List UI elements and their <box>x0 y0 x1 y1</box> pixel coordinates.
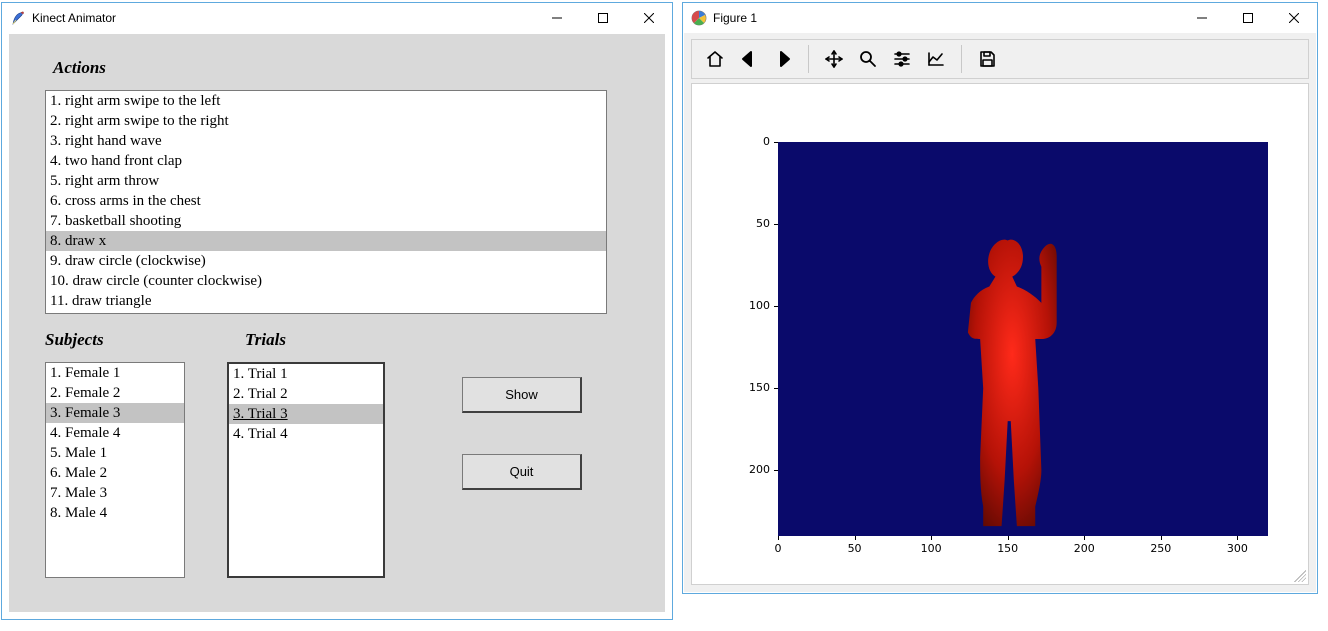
kinect-animator-window: Kinect Animator Actions 1. right arm swi… <box>1 2 673 620</box>
figure-window-title: Figure 1 <box>713 11 757 25</box>
x-tick-label: 150 <box>996 542 1020 555</box>
list-item[interactable]: 7. Male 3 <box>46 483 184 503</box>
y-tick-label: 200 <box>740 463 770 476</box>
x-tick-label: 100 <box>919 542 943 555</box>
y-tick-label: 50 <box>740 217 770 230</box>
x-tick-label: 300 <box>1225 542 1249 555</box>
pan-icon[interactable] <box>817 42 851 76</box>
list-item[interactable]: 1. Female 1 <box>46 363 184 383</box>
back-icon[interactable] <box>732 42 766 76</box>
list-item[interactable]: 10. draw circle (counter clockwise) <box>46 271 606 291</box>
resize-grip[interactable] <box>1294 570 1306 582</box>
plot-area: 0 50 100 150 200 250 300 0 50 100 150 200 <box>691 83 1309 585</box>
matplotlib-icon <box>691 10 707 26</box>
close-button[interactable] <box>626 3 672 33</box>
list-item[interactable]: 9. draw circle (clockwise) <box>46 251 606 271</box>
quit-button[interactable]: Quit <box>462 454 582 490</box>
depth-silhouette <box>778 142 1268 536</box>
list-item[interactable]: 6. cross arms in the chest <box>46 191 606 211</box>
list-item[interactable]: 7. basketball shooting <box>46 211 606 231</box>
list-item[interactable]: 1. Trial 1 <box>229 364 383 384</box>
y-tick-label: 150 <box>740 381 770 394</box>
list-item[interactable]: 5. right arm throw <box>46 171 606 191</box>
kinect-animator-body: Actions 1. right arm swipe to the left2.… <box>9 34 665 612</box>
subjects-label: Subjects <box>45 330 104 350</box>
edit-axis-icon[interactable] <box>919 42 953 76</box>
list-item[interactable]: 3. Trial 3 <box>229 404 383 424</box>
forward-icon[interactable] <box>766 42 800 76</box>
figure-window-buttons <box>1179 3 1317 33</box>
toolbar-separator <box>961 45 962 73</box>
list-item[interactable]: 2. Trial 2 <box>229 384 383 404</box>
list-item[interactable]: 5. Male 1 <box>46 443 184 463</box>
list-item[interactable]: 8. Male 4 <box>46 503 184 523</box>
figure-minimize-button[interactable] <box>1179 3 1225 33</box>
maximize-button[interactable] <box>580 3 626 33</box>
list-item[interactable]: 3. right hand wave <box>46 131 606 151</box>
actions-listbox[interactable]: 1. right arm swipe to the left2. right a… <box>45 90 607 314</box>
toolbar-separator <box>808 45 809 73</box>
list-item[interactable]: 3. Female 3 <box>46 403 184 423</box>
list-item[interactable]: 4. Female 4 <box>46 423 184 443</box>
list-item[interactable]: 1. right arm swipe to the left <box>46 91 606 111</box>
figure-window: Figure 1 <box>682 2 1318 594</box>
show-button-label: Show <box>505 387 538 402</box>
subjects-listbox[interactable]: 1. Female 12. Female 23. Female 34. Fema… <box>45 362 185 578</box>
y-tick-label: 100 <box>740 299 770 312</box>
zoom-icon[interactable] <box>851 42 885 76</box>
list-item[interactable]: 11. draw triangle <box>46 291 606 311</box>
trials-listbox[interactable]: 1. Trial 12. Trial 23. Trial 34. Trial 4 <box>227 362 385 578</box>
minimize-button[interactable] <box>534 3 580 33</box>
list-item[interactable]: 6. Male 2 <box>46 463 184 483</box>
list-item[interactable]: 4. Trial 4 <box>229 424 383 444</box>
save-icon[interactable] <box>970 42 1004 76</box>
home-icon[interactable] <box>698 42 732 76</box>
tk-feather-icon <box>10 10 26 26</box>
show-button[interactable]: Show <box>462 377 582 413</box>
x-tick-label: 50 <box>843 542 867 555</box>
figure-toolbar <box>691 39 1309 79</box>
list-item[interactable]: 2. Female 2 <box>46 383 184 403</box>
trials-label: Trials <box>245 330 286 350</box>
window-buttons <box>534 3 672 33</box>
figure-maximize-button[interactable] <box>1225 3 1271 33</box>
figure-titlebar[interactable]: Figure 1 <box>683 3 1317 33</box>
list-item[interactable]: 4. two hand front clap <box>46 151 606 171</box>
x-tick-label: 250 <box>1149 542 1173 555</box>
x-tick-label: 200 <box>1072 542 1096 555</box>
x-tick-label: 0 <box>766 542 790 555</box>
quit-button-label: Quit <box>510 464 534 479</box>
actions-label: Actions <box>53 58 106 78</box>
figure-close-button[interactable] <box>1271 3 1317 33</box>
list-item[interactable]: 2. right arm swipe to the right <box>46 111 606 131</box>
list-item[interactable]: 8. draw x <box>46 231 606 251</box>
window-title: Kinect Animator <box>32 11 116 25</box>
y-tick-label: 0 <box>740 135 770 148</box>
configure-icon[interactable] <box>885 42 919 76</box>
titlebar[interactable]: Kinect Animator <box>2 3 672 33</box>
figure-body: 0 50 100 150 200 250 300 0 50 100 150 200 <box>684 33 1316 592</box>
